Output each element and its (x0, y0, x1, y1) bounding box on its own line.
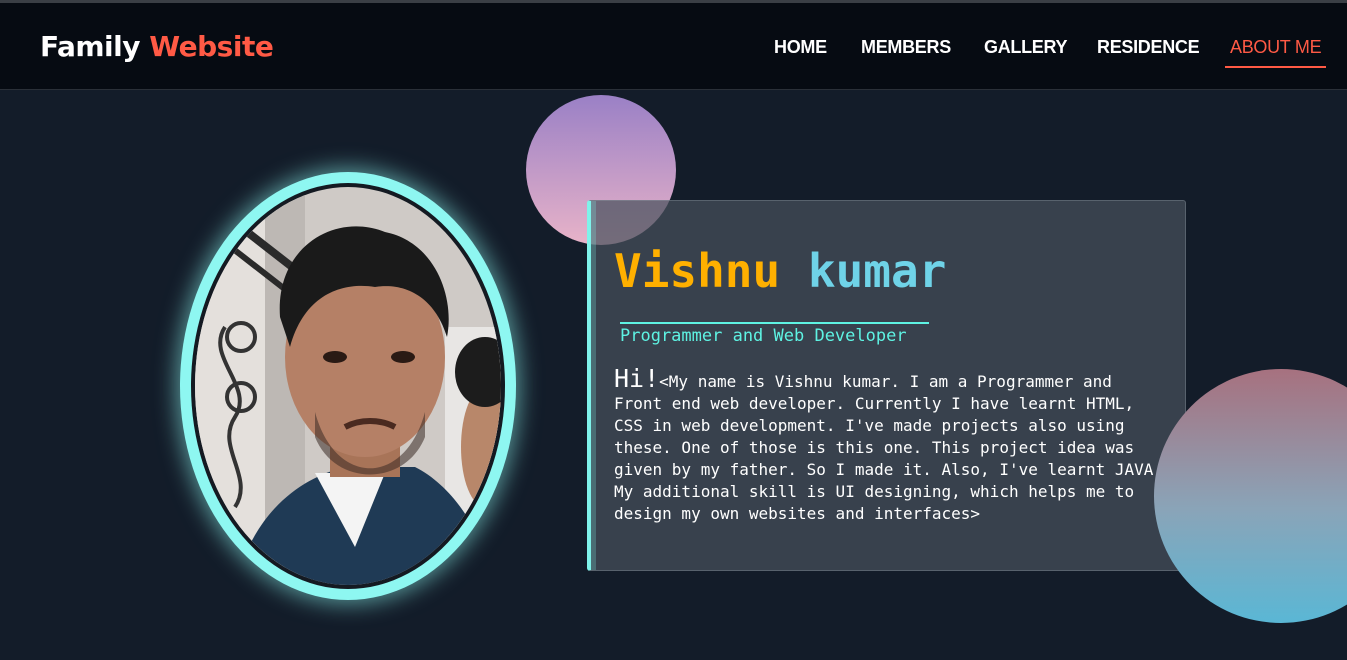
profile-name: Vishnu kumar (614, 244, 946, 298)
portrait-photo (191, 183, 505, 589)
site-logo[interactable]: Family Website (40, 30, 274, 63)
profile-bio: Hi!<My name is Vishnu kumar. I am a Prog… (614, 366, 1169, 525)
nav-active-underline (1225, 66, 1326, 68)
profile-first-name: Vishnu (614, 244, 781, 298)
profile-last-name: kumar (807, 244, 947, 298)
portrait-photo-icon (195, 187, 501, 585)
nav-home[interactable]: HOME (774, 37, 827, 58)
about-card-edge (591, 201, 596, 570)
logo-text-website: Website (149, 30, 274, 63)
nav-gallery[interactable]: GALLERY (984, 37, 1068, 58)
nav-members[interactable]: MEMBERS (861, 37, 951, 58)
logo-text-family: Family (40, 30, 141, 63)
nav-residence[interactable]: RESIDENCE (1097, 37, 1200, 58)
bio-text: <My name is Vishnu kumar. I am a Program… (614, 372, 1164, 523)
nav-about-me[interactable]: ABOUT ME (1230, 37, 1322, 58)
profile-role: Programmer and Web Developer (620, 326, 907, 346)
site-header: Family Website HOME MEMBERS GALLERY RESI… (0, 3, 1347, 90)
bio-greeting: Hi! (614, 364, 660, 393)
role-divider (620, 322, 929, 324)
